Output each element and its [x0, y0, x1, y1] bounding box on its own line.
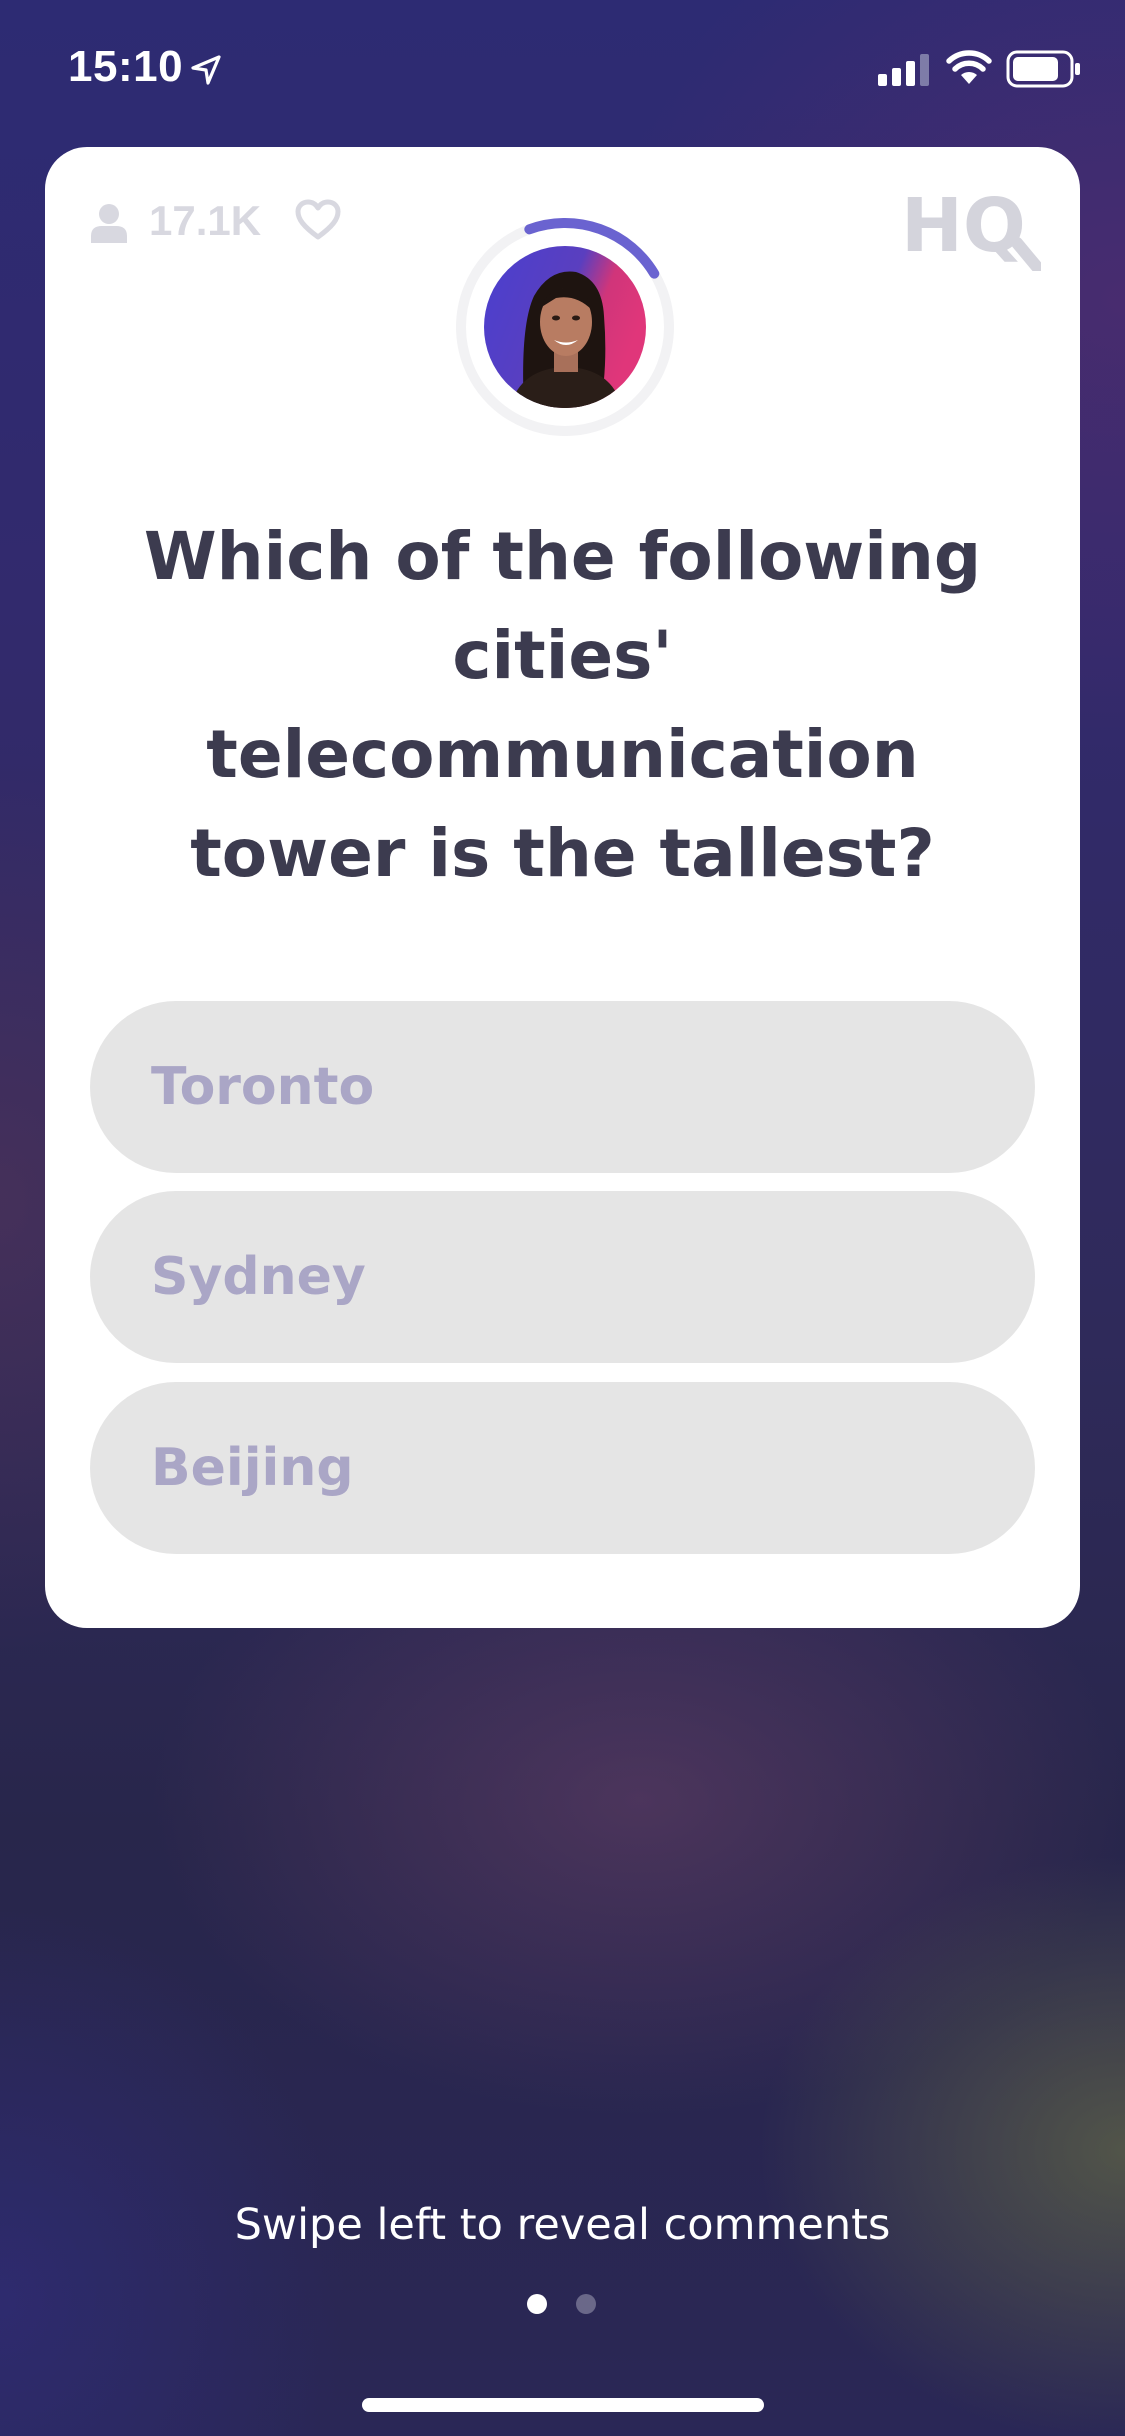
battery-icon	[1006, 50, 1080, 88]
page-dot-active	[527, 2294, 547, 2314]
cellular-signal-icon	[878, 54, 929, 86]
answer-label: Sydney	[151, 1247, 366, 1307]
status-time: 15:10	[68, 42, 184, 91]
question-text: Which of the following cities' telecommu…	[143, 518, 982, 892]
heart-outline-icon[interactable]	[295, 199, 341, 241]
answer-option[interactable]: Beijing	[90, 1382, 1035, 1554]
page-dot-inactive	[576, 2294, 596, 2314]
question-card: 17.1K HQ Which of the following cities' …	[45, 147, 1080, 1628]
person-icon	[91, 204, 127, 243]
page-indicator[interactable]	[527, 2294, 607, 2314]
host-avatar	[484, 246, 646, 408]
home-indicator[interactable]	[362, 2398, 764, 2412]
answer-label: Beijing	[151, 1438, 354, 1498]
swipe-hint: Swipe left to reveal comments	[234, 2200, 891, 2250]
host-portrait	[484, 246, 646, 408]
hq-logo: HQ	[901, 183, 1041, 271]
answer-option[interactable]: Toronto	[90, 1001, 1035, 1173]
answer-option[interactable]: Sydney	[90, 1191, 1035, 1363]
svg-text:HQ: HQ	[901, 183, 1026, 269]
status-bar: 15:10	[0, 0, 1125, 140]
location-arrow-icon	[191, 55, 221, 85]
viewer-count: 17.1K	[149, 197, 262, 244]
wifi-icon	[946, 50, 992, 84]
answer-label: Toronto	[151, 1057, 375, 1117]
